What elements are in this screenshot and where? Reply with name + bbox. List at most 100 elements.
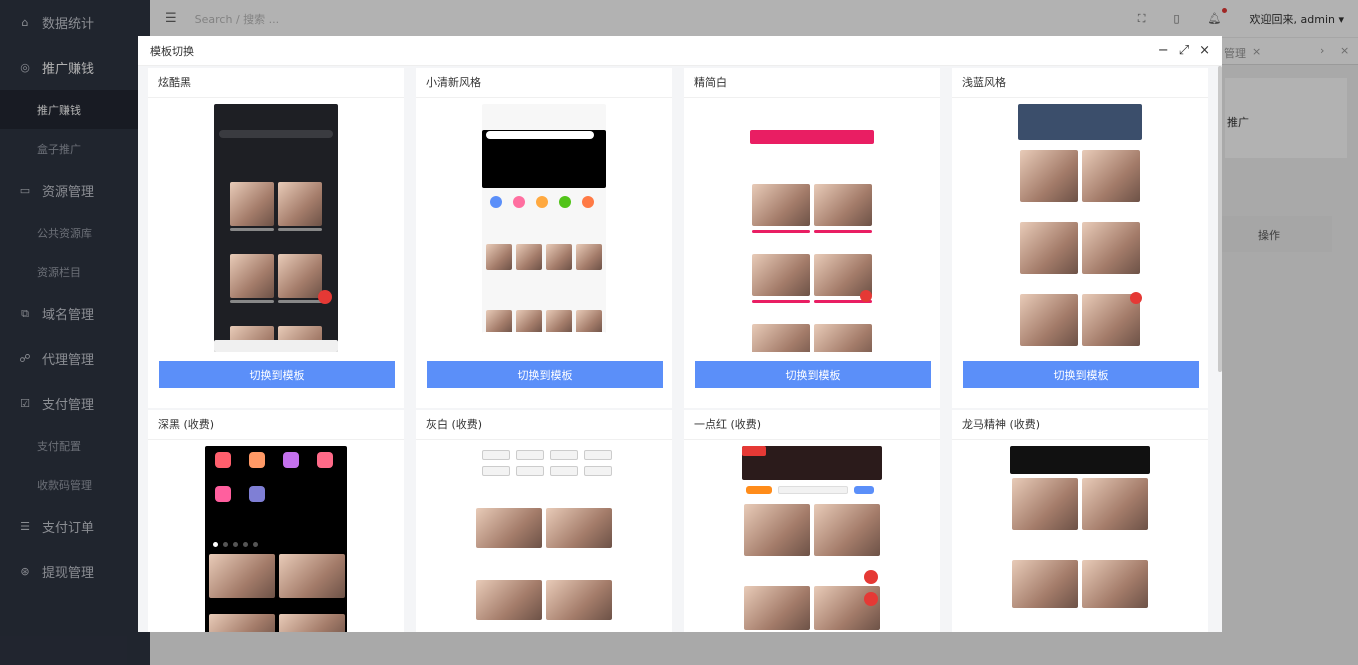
preview-shape xyxy=(253,542,258,547)
preview-shape xyxy=(205,446,347,632)
preview-shape xyxy=(582,196,594,208)
preview-shape xyxy=(752,230,810,233)
preview-shape xyxy=(559,196,571,208)
preview-shape xyxy=(550,466,578,476)
preview-shape xyxy=(279,554,345,598)
preview-shape xyxy=(752,184,810,226)
template-name: 小清新风格 xyxy=(416,68,672,98)
preview-shape xyxy=(278,228,322,231)
template-name: 深黑 (收费) xyxy=(148,410,404,440)
template-card: 浅蓝风格 切换到模板 xyxy=(952,68,1208,408)
minimize-icon[interactable]: − xyxy=(1158,43,1169,58)
preview-shape xyxy=(814,230,872,233)
preview-shape xyxy=(742,446,766,456)
preview-shape xyxy=(283,452,299,468)
template-preview-image xyxy=(214,104,338,352)
preview-shape xyxy=(576,310,602,334)
close-icon[interactable]: × xyxy=(1199,43,1210,58)
template-card: 深黑 (收费) xyxy=(148,410,404,632)
preview-shape xyxy=(230,182,274,226)
template-modal: 模板切换 − ⤢ × 炫酷黑 切换到模板 小清新风格 切换到模板 精简白 切换到模板 浅蓝风… xyxy=(138,36,1222,632)
preview-shape xyxy=(215,452,231,468)
preview-shape xyxy=(536,196,548,208)
switch-template-button[interactable]: 切换到模板 xyxy=(695,361,931,388)
preview-shape xyxy=(546,580,612,620)
preview-shape xyxy=(814,324,872,352)
template-preview-image xyxy=(205,446,347,632)
preview-shape xyxy=(546,508,612,548)
modal-header: 模板切换 − ⤢ × xyxy=(138,36,1222,66)
template-card: 灰白 (收费) xyxy=(416,410,672,632)
template-name: 一点红 (收费) xyxy=(684,410,940,440)
preview-shape xyxy=(752,254,810,296)
template-card: 龙马精神 (收费) xyxy=(952,410,1208,632)
preview-shape xyxy=(1082,150,1140,202)
preview-shape xyxy=(482,450,510,460)
preview-shape xyxy=(230,300,274,303)
template-card: 精简白 切换到模板 xyxy=(684,68,940,408)
preview-shape xyxy=(278,300,322,303)
preview-shape xyxy=(814,504,880,556)
preview-shape xyxy=(249,452,265,468)
preview-shape xyxy=(1082,560,1148,608)
preview-shape xyxy=(243,542,248,547)
preview-shape xyxy=(482,466,510,476)
template-card: 炫酷黑 切换到模板 xyxy=(148,68,404,408)
template-preview-image xyxy=(1010,446,1150,632)
preview-shape xyxy=(516,244,542,270)
preview-shape xyxy=(209,614,275,632)
preview-shape xyxy=(516,310,542,334)
preview-shape xyxy=(219,130,333,138)
preview-shape xyxy=(744,504,810,556)
preview-shape xyxy=(223,542,228,547)
preview-shape xyxy=(1018,104,1142,140)
preview-shape xyxy=(1010,446,1150,474)
preview-shape xyxy=(476,508,542,548)
preview-shape xyxy=(550,450,578,460)
preview-shape xyxy=(1130,292,1142,304)
preview-shape xyxy=(516,450,544,460)
modal-title: 模板切换 xyxy=(150,44,194,58)
preview-shape xyxy=(744,586,810,630)
preview-shape xyxy=(1020,222,1078,274)
preview-shape xyxy=(215,486,231,502)
switch-template-button[interactable]: 切换到模板 xyxy=(963,361,1199,388)
preview-shape xyxy=(546,310,572,334)
preview-shape xyxy=(1020,150,1078,202)
preview-shape xyxy=(318,290,332,304)
preview-shape xyxy=(1082,222,1140,274)
preview-shape xyxy=(746,486,772,494)
preview-shape xyxy=(482,332,606,352)
preview-shape xyxy=(752,324,810,352)
template-preview-image xyxy=(742,446,882,632)
preview-shape xyxy=(1012,478,1078,530)
preview-shape xyxy=(750,130,874,144)
template-name: 浅蓝风格 xyxy=(952,68,1208,98)
preview-shape xyxy=(1020,294,1078,346)
preview-shape xyxy=(516,466,544,476)
preview-shape xyxy=(864,570,878,584)
preview-shape xyxy=(778,486,848,494)
maximize-icon[interactable]: ⤢ xyxy=(1179,43,1189,58)
preview-shape xyxy=(486,310,512,334)
template-name: 龙马精神 (收费) xyxy=(952,410,1208,440)
preview-shape xyxy=(1012,560,1078,608)
preview-shape xyxy=(486,244,512,270)
template-name: 灰白 (收费) xyxy=(416,410,672,440)
template-card: 一点红 (收费) xyxy=(684,410,940,632)
template-name: 炫酷黑 xyxy=(148,68,404,98)
template-preview-image xyxy=(1018,104,1142,352)
preview-shape xyxy=(279,614,345,632)
modal-scrollbar[interactable] xyxy=(1218,66,1222,372)
preview-shape xyxy=(860,290,872,302)
preview-shape xyxy=(584,450,612,460)
switch-template-button[interactable]: 切换到模板 xyxy=(159,361,395,388)
template-preview-image xyxy=(750,104,874,352)
preview-shape xyxy=(214,340,338,352)
preview-shape xyxy=(213,542,218,547)
preview-shape xyxy=(209,554,275,598)
preview-shape xyxy=(752,300,810,303)
preview-shape xyxy=(854,486,874,494)
preview-shape xyxy=(864,592,878,606)
switch-template-button[interactable]: 切换到模板 xyxy=(427,361,663,388)
